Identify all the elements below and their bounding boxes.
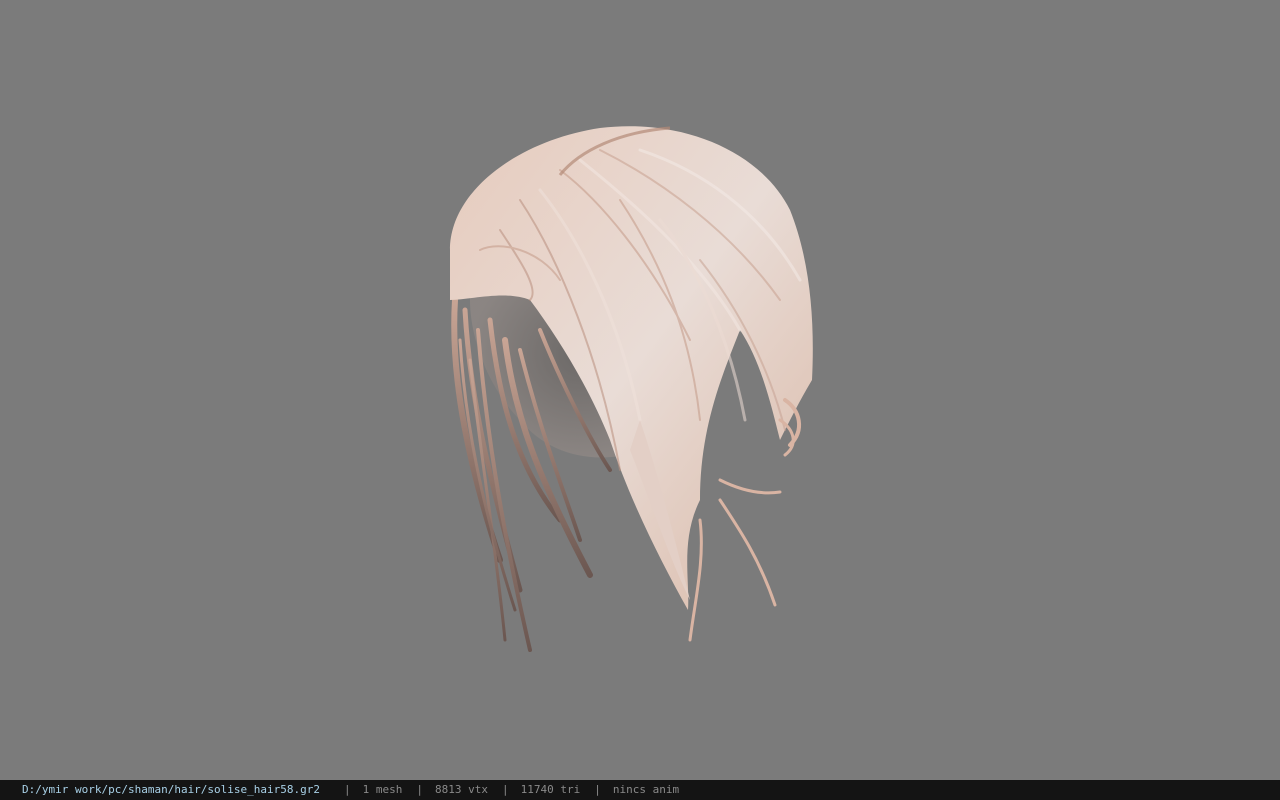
separator: | bbox=[502, 783, 509, 796]
separator: | bbox=[344, 783, 351, 796]
3d-viewport[interactable] bbox=[0, 0, 1280, 780]
hair-model[interactable] bbox=[0, 0, 1280, 780]
separator: | bbox=[594, 783, 601, 796]
mesh-count: 1 mesh bbox=[362, 783, 403, 796]
status-bar: D:/ymir work/pc/shaman/hair/solise_hair5… bbox=[0, 780, 1280, 800]
vertex-count: 8813 vtx bbox=[435, 783, 488, 796]
animation-status: nincs anim bbox=[612, 783, 680, 796]
file-path: D:/ymir work/pc/shaman/hair/solise_hair5… bbox=[22, 783, 321, 796]
hair-right-strands bbox=[688, 398, 801, 642]
triangle-count: 11740 tri bbox=[520, 783, 581, 796]
separator: | bbox=[416, 783, 424, 796]
